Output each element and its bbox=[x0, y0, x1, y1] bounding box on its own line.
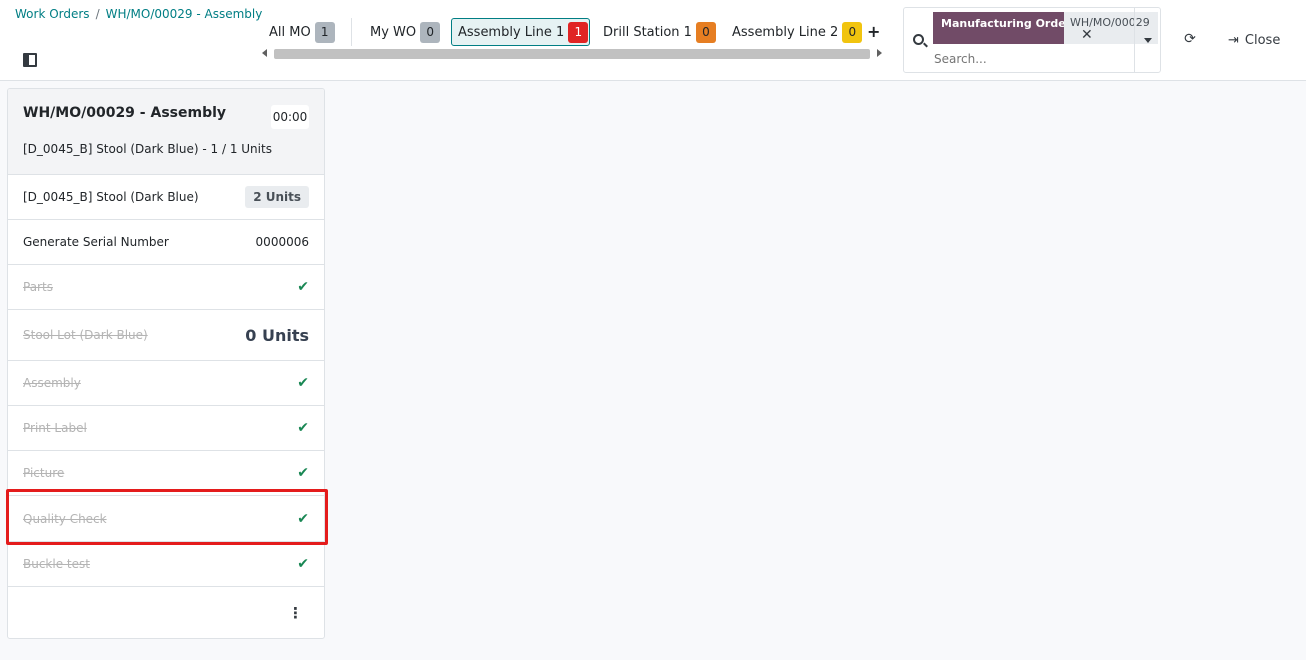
search-icon bbox=[913, 34, 924, 45]
card-title: WH/MO/00029 - Assembly bbox=[23, 105, 227, 121]
check-icon: ✔ bbox=[297, 375, 309, 391]
scroll-right-icon[interactable] bbox=[877, 49, 882, 57]
row-label: Picture bbox=[23, 466, 65, 480]
tab-drill-station-1[interactable]: Drill Station 1 0 bbox=[597, 18, 722, 46]
card-header[interactable]: WH/MO/00029 - Assembly 00:00 [D_0045_B] … bbox=[8, 89, 324, 175]
search-options-toggle[interactable] bbox=[1134, 8, 1161, 72]
top-bar: Work Orders / WH/MO/00029 - Assembly All M… bbox=[0, 0, 1306, 81]
tab-count-badge: 0 bbox=[842, 21, 863, 43]
close-label: Close bbox=[1244, 32, 1281, 48]
check-icon: ✔ bbox=[297, 420, 309, 436]
tab-label: Assembly Line 2 bbox=[732, 24, 839, 40]
check-icon: ✔ bbox=[297, 510, 309, 527]
tab-count-badge: 0 bbox=[695, 21, 716, 43]
row-label: Stool Lot (Dark Blue) bbox=[23, 328, 148, 342]
card-subtitle: [D_0045_B] Stool (Dark Blue) - 1 / 1 Uni… bbox=[23, 142, 272, 156]
tab-all-mo[interactable]: All MO 1 bbox=[263, 18, 341, 46]
scrollbar-thumb[interactable] bbox=[274, 49, 870, 59]
breadcrumb: Work Orders / WH/MO/00029 - Assembly bbox=[15, 7, 262, 21]
row-label: Quality Check bbox=[23, 511, 107, 526]
tab-assembly-line-2[interactable]: Assembly Line 2 0 bbox=[726, 18, 868, 46]
row-label: Parts bbox=[23, 280, 53, 294]
row-print-label[interactable]: Print Label ✔ bbox=[8, 406, 324, 451]
check-icon: ✔ bbox=[297, 465, 309, 481]
tab-count-badge: 0 bbox=[420, 21, 441, 43]
quantity-badge[interactable]: 2 Units bbox=[245, 186, 309, 208]
search-facet-label: Manufacturing Order bbox=[933, 12, 1071, 44]
scroll-left-icon[interactable] bbox=[262, 49, 267, 57]
breadcrumb-work-orders[interactable]: Work Orders bbox=[15, 7, 90, 21]
row-picture[interactable]: Picture ✔ bbox=[8, 451, 324, 496]
row-assembly[interactable]: Assembly ✔ bbox=[8, 361, 324, 406]
row-stool-lot[interactable]: Stool Lot (Dark Blue) 0 Units bbox=[8, 310, 324, 361]
row-generate-serial[interactable]: Generate Serial Number 0000006 bbox=[8, 220, 324, 265]
tab-count-badge: 1 bbox=[314, 21, 335, 43]
serial-number-value: 0000006 bbox=[255, 235, 309, 249]
search-input[interactable] bbox=[932, 50, 1132, 68]
row-buckle-test[interactable]: Buckle test ✔ bbox=[8, 542, 324, 587]
breadcrumb-current[interactable]: WH/MO/00029 - Assembly bbox=[106, 7, 263, 21]
tabs-scrollbar[interactable] bbox=[258, 47, 886, 62]
remove-facet-icon[interactable]: ✕ bbox=[1081, 27, 1093, 43]
timer: 00:00 bbox=[271, 105, 309, 129]
tab-divider bbox=[351, 18, 352, 46]
row-parts[interactable]: Parts ✔ bbox=[8, 265, 324, 310]
row-label: Buckle test bbox=[23, 557, 90, 571]
card-footer: ⋮ bbox=[8, 587, 324, 638]
row-product[interactable]: [D_0045_B] Stool (Dark Blue) 2 Units bbox=[8, 175, 324, 220]
search-bar: Manufacturing Order WH/MO/00029 ✕ bbox=[903, 7, 1161, 73]
refresh-icon[interactable]: ⟳ bbox=[1182, 31, 1198, 47]
tab-assembly-line-1[interactable]: Assembly Line 1 1 bbox=[451, 18, 590, 46]
tab-label: All MO bbox=[269, 24, 311, 40]
check-icon: ✔ bbox=[297, 556, 309, 572]
tab-label: Drill Station 1 bbox=[603, 24, 692, 40]
tab-label: Assembly Line 1 bbox=[458, 24, 565, 40]
sidebar-toggle-icon[interactable] bbox=[23, 53, 37, 67]
row-quality-check[interactable]: Quality Check ✔ bbox=[8, 496, 324, 542]
close-button[interactable]: ⇥ Close bbox=[1228, 31, 1280, 49]
add-workcenter-icon[interactable]: + bbox=[867, 22, 880, 41]
row-label: Print Label bbox=[23, 421, 87, 435]
more-options-icon[interactable]: ⋮ bbox=[288, 604, 303, 622]
tab-count-badge: 1 bbox=[568, 21, 589, 43]
tab-label: My WO bbox=[370, 24, 417, 40]
lot-quantity: 0 Units bbox=[245, 325, 309, 345]
tab-my-wo[interactable]: My WO 0 bbox=[364, 18, 446, 46]
work-order-card: WH/MO/00029 - Assembly 00:00 [D_0045_B] … bbox=[7, 88, 325, 639]
breadcrumb-separator: / bbox=[95, 7, 100, 21]
row-label: [D_0045_B] Stool (Dark Blue) bbox=[23, 190, 199, 204]
row-label: Generate Serial Number bbox=[23, 235, 169, 249]
sign-out-icon: ⇥ bbox=[1228, 32, 1239, 48]
check-icon: ✔ bbox=[297, 279, 309, 295]
row-label: Assembly bbox=[23, 376, 81, 390]
